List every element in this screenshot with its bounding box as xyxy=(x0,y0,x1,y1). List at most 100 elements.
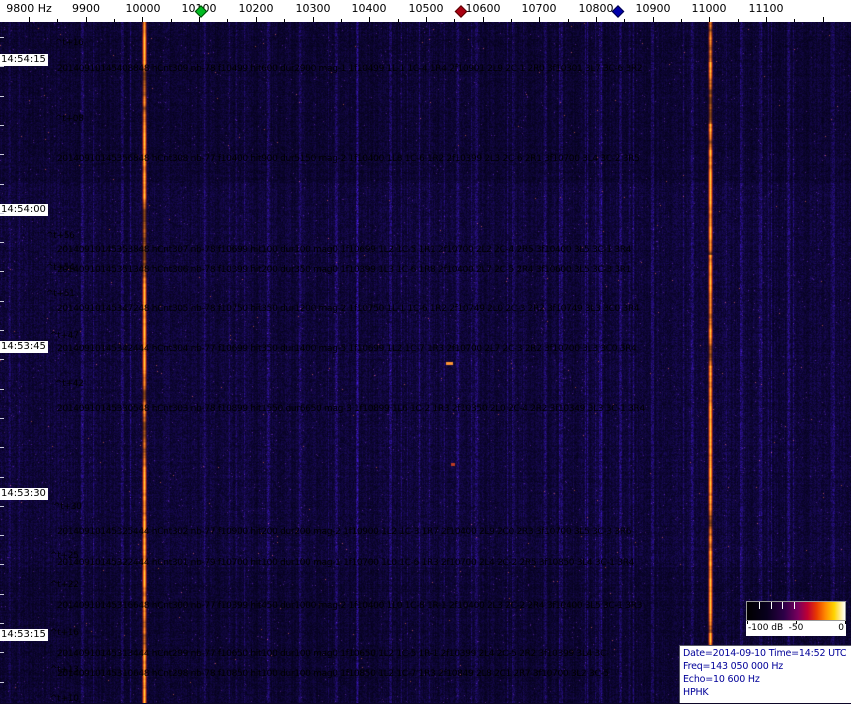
info-frequency: Freq=143 050 000 Hz xyxy=(683,660,851,673)
freq-tick-mark xyxy=(313,17,314,22)
freq-tick-label: 10000 xyxy=(126,3,161,15)
frequency-axis: 9800 Hz990010000101001020010300104001050… xyxy=(0,0,851,22)
time-tick-mark xyxy=(0,447,4,448)
freq-tick-label: 9800 Hz xyxy=(6,3,52,15)
colorbar: -100 dB -50 0 xyxy=(746,601,846,636)
freq-tick-mark xyxy=(256,17,257,22)
freq-tick-label: 10800 xyxy=(579,3,614,15)
time-tick-mark xyxy=(0,330,4,331)
blue-frequency-marker[interactable] xyxy=(612,5,625,18)
detection-record: 20140910145408848 hCnt309 nb-78 f10499 h… xyxy=(57,64,642,74)
time-tick-label: 14:53:45 xyxy=(0,341,48,353)
colorbar-label-max: 0 xyxy=(838,622,844,635)
time-tick-label: 14:54:15 xyxy=(0,54,48,66)
colorbar-label-min: -100 dB xyxy=(748,622,783,635)
time-offset-tag: ^t+30 xyxy=(53,502,82,512)
time-tick-mark xyxy=(0,623,4,624)
detection-record: 20140910145351348 hCnt306 nb-78 f10399 h… xyxy=(57,265,631,275)
time-tick-mark xyxy=(0,594,4,595)
detection-record: 20140910145316648 hCnt300 nb-77 f10399 h… xyxy=(57,601,642,611)
time-offset-tag: ^t+16 xyxy=(55,38,84,48)
time-tick-mark xyxy=(0,37,4,38)
freq-tick-mark xyxy=(794,19,795,22)
detection-record: 20140910145347248 hCnt305 nb-78 f10750 h… xyxy=(57,304,639,314)
colorbar-gradient xyxy=(746,601,846,621)
waterfall-overlays: 14:54:15 14:54:00 14:53:45 14:53:30 14:53:15… xyxy=(0,0,851,703)
detection-record: 20140910145342444 hCnt304 nb-77 f10699 h… xyxy=(57,344,637,354)
time-tick-mark xyxy=(0,301,4,302)
time-tick-mark xyxy=(0,154,4,155)
freq-tick-mark xyxy=(284,19,285,22)
freq-tick-mark xyxy=(142,17,143,22)
colorbar-tick xyxy=(782,602,783,609)
time-tick-mark xyxy=(0,477,4,478)
freq-tick-label: 10600 xyxy=(466,3,501,15)
freq-tick-mark xyxy=(596,17,597,22)
status-info-box: Date=2014-09-10 Time=14:52 UTC Freq=143 … xyxy=(679,645,851,703)
colorbar-scale-tick xyxy=(796,621,797,624)
freq-tick-label: 10500 xyxy=(409,3,444,15)
freq-tick-mark xyxy=(114,19,115,22)
time-tick-mark xyxy=(0,535,4,536)
freq-tick-mark xyxy=(653,17,654,22)
time-offset-tag: ^t+08 xyxy=(55,114,84,124)
time-tick-mark xyxy=(0,96,4,97)
time-offset-tag: ^t+42 xyxy=(55,379,84,389)
freq-tick-mark xyxy=(568,19,569,22)
time-offset-tag: ^t+47 xyxy=(50,331,79,341)
time-tick-label: 14:54:00 xyxy=(0,204,48,216)
freq-tick-mark xyxy=(86,17,87,22)
freq-tick-mark xyxy=(738,19,739,22)
freq-tick-mark xyxy=(426,17,427,22)
freq-tick-mark xyxy=(681,19,682,22)
colorbar-tick xyxy=(771,602,772,609)
colorbar-tick xyxy=(759,602,760,609)
freq-tick-mark xyxy=(454,19,455,22)
freq-tick-mark xyxy=(57,19,58,22)
freq-tick-label: 10900 xyxy=(636,3,671,15)
time-offset-tag: ^t+22 xyxy=(50,580,79,590)
freq-tick-label: 10300 xyxy=(296,3,331,15)
freq-tick-label: 10200 xyxy=(239,3,274,15)
freq-tick-mark xyxy=(624,19,625,22)
time-tick-mark xyxy=(0,184,4,185)
time-tick-mark xyxy=(0,418,4,419)
detection-record: 20140910145313444 hCnt299 nb-77 f10650 h… xyxy=(57,649,609,659)
freq-tick-label: 11000 xyxy=(692,3,727,15)
time-tick-mark xyxy=(0,213,4,214)
freq-tick-mark xyxy=(539,17,540,22)
freq-tick-label: 10400 xyxy=(352,3,387,15)
freq-tick-mark xyxy=(766,17,767,22)
detection-record: 20140910145325444 hCnt302 nb-77 f10900 h… xyxy=(57,527,631,537)
detection-record: 20140910145330548 hCnt303 nb-78 f10899 h… xyxy=(57,404,645,414)
freq-tick-mark xyxy=(483,17,484,22)
detection-record: 20140910145322444 hCnt301 nb-79 f10700 h… xyxy=(57,558,634,568)
freq-tick-mark xyxy=(369,17,370,22)
colorbar-scale: -100 dB -50 0 xyxy=(746,621,846,636)
time-tick-mark xyxy=(0,271,4,272)
info-echo-frequency: Echo=10 600 Hz xyxy=(683,673,851,686)
time-tick-mark xyxy=(0,359,4,360)
detection-record: 20140910145310648 hCnt298 nb-78 f10850 h… xyxy=(57,669,609,679)
freq-tick-mark xyxy=(227,19,228,22)
time-tick-mark xyxy=(0,506,4,507)
freq-tick-mark xyxy=(709,17,710,22)
time-tick-mark xyxy=(0,389,4,390)
time-offset-tag: ^t+56 xyxy=(46,231,75,241)
time-tick-mark xyxy=(0,66,4,67)
freq-tick-mark xyxy=(341,19,342,22)
freq-tick-mark xyxy=(398,19,399,22)
freq-tick-label: 11100 xyxy=(749,3,784,15)
time-tick-mark xyxy=(0,125,4,126)
time-tick-label: 14:53:15 xyxy=(0,629,48,641)
freq-tick-mark xyxy=(511,19,512,22)
time-offset-tag: ^t+51 xyxy=(46,289,75,299)
detection-record: 20140910145356848 hCnt308 nb-77 f10400 h… xyxy=(57,154,640,164)
colorbar-scale-tick xyxy=(747,621,748,624)
freq-tick-mark xyxy=(823,17,824,22)
time-tick-mark xyxy=(0,242,4,243)
detection-record: 20140910145353848 hCnt307 nb-78 f10699 h… xyxy=(57,245,631,255)
time-tick-mark xyxy=(0,564,4,565)
time-tick-mark xyxy=(0,652,4,653)
time-tick-mark xyxy=(0,682,4,683)
